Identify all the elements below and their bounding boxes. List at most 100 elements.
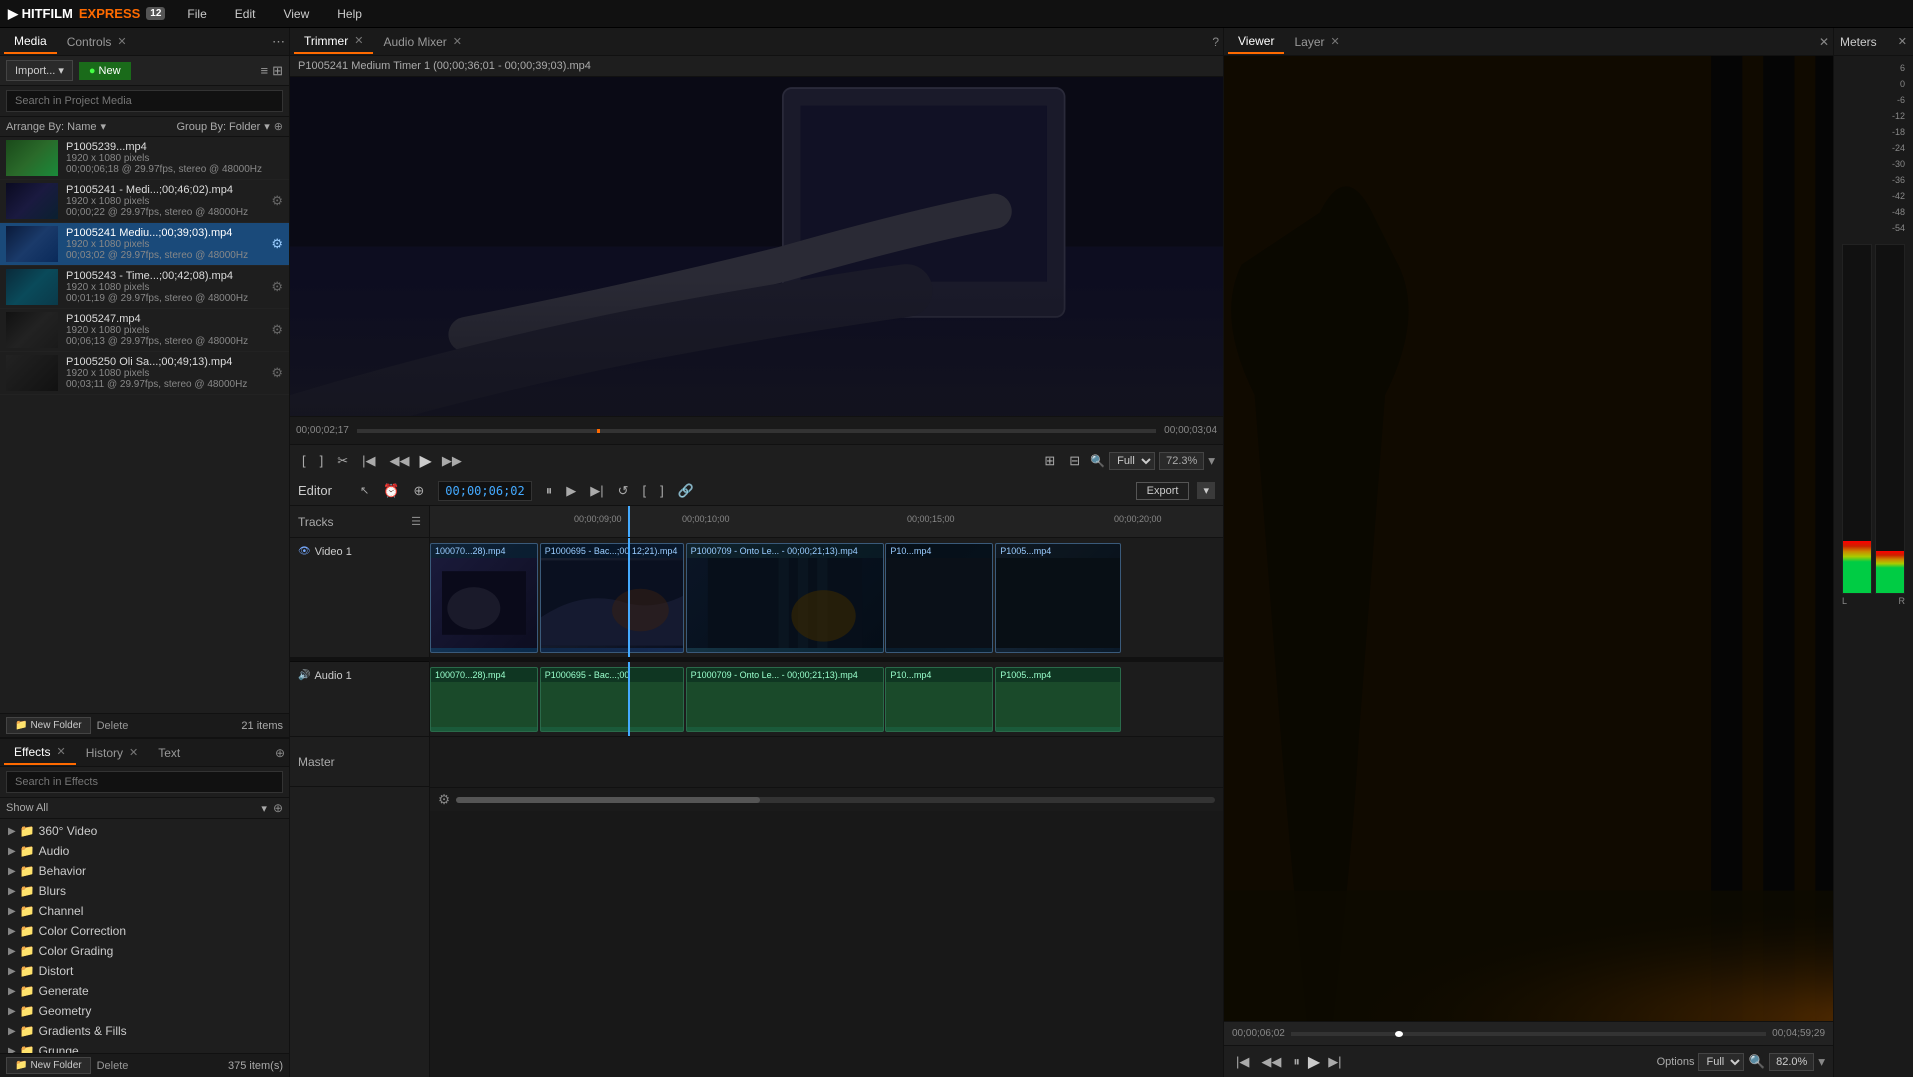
menu-edit[interactable]: Edit [229,5,262,23]
import-button[interactable]: Import... ▾ [6,60,73,81]
step-back-btn[interactable]: ◀◀ [386,451,414,471]
media-item[interactable]: P1005239...mp4 1920 x 1080 pixels 00;00;… [0,137,289,180]
effects-category-blurs[interactable]: ▶ 📁 Blurs [0,881,289,901]
timeline-scrollbar-track[interactable] [456,797,1215,803]
delete-button[interactable]: Delete [97,720,129,732]
menu-file[interactable]: File [181,5,212,23]
editor-go-end[interactable]: ▶| [586,481,607,501]
effects-category-360[interactable]: ▶ 📁 360° Video [0,821,289,841]
media-gear-icon[interactable]: ⚙ [271,365,283,381]
video-clip[interactable]: 100070...28).mp4 [430,543,538,653]
effects-options[interactable]: ⊕ [275,746,285,760]
effects-category-geometry[interactable]: ▶ 📁 Geometry [0,1001,289,1021]
tab-text[interactable]: Text [148,742,190,764]
effects-category-gradients[interactable]: ▶ 📁 Gradients & Fills [0,1021,289,1041]
editor-mark-in[interactable]: [ [639,481,651,500]
effects-new-folder-btn[interactable]: 📁 New Folder [6,1057,91,1074]
export-button[interactable]: Export [1136,482,1190,500]
new-button[interactable]: ● New [79,62,131,80]
video-clip[interactable]: P10...mp4 [885,543,993,653]
tab-viewer[interactable]: Viewer [1228,30,1284,54]
history-close[interactable]: ✕ [129,746,138,759]
tab-history[interactable]: History ✕ [76,742,149,764]
editor-play[interactable]: ▶ [562,481,580,501]
layer-close[interactable]: ✕ [1331,35,1340,48]
viewer-step-back[interactable]: ◀◀ [1257,1052,1285,1072]
effects-category-channel[interactable]: ▶ 📁 Channel [0,901,289,921]
viewer-scrubbar[interactable] [1291,1032,1766,1036]
media-item[interactable]: P1005241 - Medi...;00;46;02).mp4 1920 x … [0,180,289,223]
mark-in-btn[interactable]: [ [298,451,310,470]
viewer-zoom-icon[interactable]: 🔍 [1748,1054,1765,1070]
export-arrow-btn[interactable]: ▾ [1197,482,1215,499]
insert-btn[interactable]: ⊞ [1040,451,1059,471]
video-clip[interactable]: P1000709 - Onto Le... - 00;00;21;13).mp4 [686,543,884,653]
grid-view-btn[interactable]: ⊞ [272,63,283,79]
zoom-btn[interactable]: 🔍 [1090,454,1105,468]
audio-track-mute[interactable]: 🔊 [298,670,310,681]
viewer-pause[interactable]: ⏸ [1289,1052,1304,1072]
trim-scrubbar[interactable] [357,429,1156,433]
audio-clip[interactable]: P1005...mp4 [995,667,1121,732]
media-gear-icon[interactable]: ⚙ [271,193,283,209]
media-item[interactable]: P1005250 Oli Sa...;00;49;13).mp4 1920 x … [0,352,289,395]
tab-effects[interactable]: Effects ✕ [4,741,76,765]
effects-category-color-correction[interactable]: ▶ 📁 Color Correction [0,921,289,941]
editor-snap[interactable]: 🔗 [674,481,698,501]
viewer-zoom-pct-arrow[interactable]: ▾ [1818,1054,1825,1070]
zoom-pct-btn[interactable]: ▾ [1208,453,1215,469]
effects-category-grunge[interactable]: ▶ 📁 Grunge [0,1041,289,1053]
mark-out-btn[interactable]: ] [316,451,328,470]
viewer-go-end[interactable]: ▶| [1324,1052,1345,1072]
effects-category-color-grading[interactable]: ▶ 📁 Color Grading [0,941,289,961]
media-gear-icon[interactable]: ⚙ [271,236,283,252]
effects-category-audio[interactable]: ▶ 📁 Audio [0,841,289,861]
step-fwd-btn[interactable]: ▶▶ [438,451,466,471]
media-search-input[interactable] [6,90,283,112]
effects-category-distort[interactable]: ▶ 📁 Distort [0,961,289,981]
editor-tool-move[interactable]: ⊕ [409,481,428,501]
audio-mixer-close[interactable]: ✕ [453,35,462,48]
tab-controls[interactable]: Controls ✕ [57,31,137,53]
video-clip[interactable]: P1005...mp4 [995,543,1121,653]
menu-help[interactable]: Help [331,5,368,23]
video-track-eye[interactable]: 👁 [298,546,311,557]
audio-clip[interactable]: P10...mp4 [885,667,993,732]
viewer-options[interactable]: ✕ [1819,35,1829,49]
editor-tool-select[interactable]: ↖ [356,482,373,499]
viewer-options-btn[interactable]: Options [1657,1056,1695,1068]
controls-close[interactable]: ✕ [117,35,126,48]
media-item-selected[interactable]: P1005241 Mediu...;00;39;03).mp4 1920 x 1… [0,223,289,266]
trimmer-close[interactable]: ✕ [354,34,363,47]
append-btn[interactable]: ⊟ [1065,451,1084,471]
media-gear-icon[interactable]: ⚙ [271,279,283,295]
editor-tool-razor[interactable]: ⏰ [379,481,403,501]
effects-view-btn[interactable]: ⊕ [273,801,283,815]
audio-clip[interactable]: 100070...28).mp4 [430,667,538,732]
media-item[interactable]: P1005247.mp4 1920 x 1080 pixels 00;06;13… [0,309,289,352]
viewer-quality-select[interactable]: Full [1698,1053,1744,1071]
tab-audio-mixer[interactable]: Audio Mixer ✕ [373,31,472,53]
tab-layer[interactable]: Layer ✕ [1284,31,1349,53]
go-start-btn[interactable]: |◀ [358,451,379,471]
editor-play-pause[interactable]: ⏸ [542,481,557,501]
media-item[interactable]: P1005243 - Time...;00;42;08).mp4 1920 x … [0,266,289,309]
panel-options-btn[interactable]: ⋯ [272,34,285,50]
effects-close[interactable]: ✕ [56,745,65,758]
viewer-go-start[interactable]: |◀ [1232,1052,1253,1072]
menu-view[interactable]: View [277,5,315,23]
tracks-options-btn[interactable]: ☰ [411,515,421,528]
audio-clip[interactable]: P1000709 - Onto Le... - 00;00;21;13).mp4 [686,667,884,732]
scroll-settings-btn[interactable]: ⚙ [438,792,450,808]
effects-delete-btn[interactable]: Delete [97,1060,129,1072]
video-clip[interactable]: P1000695 - Bac...;00 12;21).mp4 [540,543,684,653]
tab-media[interactable]: Media [4,30,57,54]
trim-btn[interactable]: ✂ [333,451,352,471]
play-btn[interactable]: ▶ [420,451,432,471]
effects-category-behavior[interactable]: ▶ 📁 Behavior [0,861,289,881]
editor-timecode-display[interactable]: 00;00;06;02 [434,481,535,500]
timeline-content[interactable]: 00;00;09;00 00;00;10;00 00;00;15;00 00;0… [430,506,1223,1077]
tab-trimmer[interactable]: Trimmer ✕ [294,30,373,54]
viewer-play[interactable]: ▶ [1308,1052,1320,1072]
trimmer-options[interactable]: ? [1212,35,1219,49]
